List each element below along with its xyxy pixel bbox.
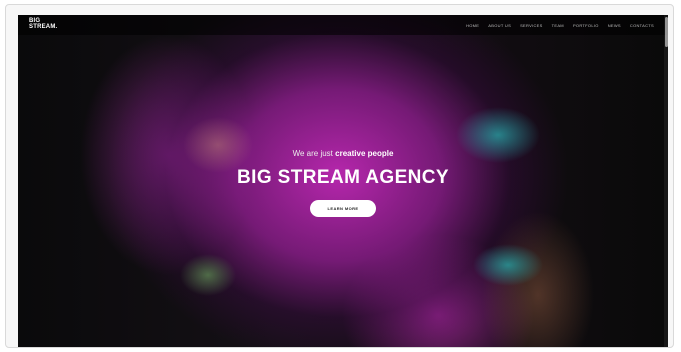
tagline-prefix: We are just xyxy=(292,149,336,158)
site-logo[interactable]: BIG STREAM. xyxy=(29,18,57,30)
nav-item-team[interactable]: TEAM xyxy=(552,23,564,28)
logo-line-2: STREAM. xyxy=(29,24,58,30)
learn-more-button[interactable]: LEARN MORE xyxy=(310,200,376,217)
hero-tagline: We are just creative people xyxy=(18,149,668,159)
website-viewport: BIG STREAM. HOME ABOUT US SERVICES TEAM … xyxy=(18,15,668,347)
top-navbar: BIG STREAM. HOME ABOUT US SERVICES TEAM … xyxy=(18,15,668,35)
scrollbar-thumb[interactable] xyxy=(665,17,668,47)
hero-headline: BIG STREAM AGENCY xyxy=(237,167,449,188)
nav-item-about-us[interactable]: ABOUT US xyxy=(488,23,511,28)
tagline-emphasis: creative people xyxy=(335,149,394,158)
hero-content: We are just creative people BIG STREAM A… xyxy=(18,149,668,217)
nav-menu: HOME ABOUT US SERVICES TEAM PORTFOLIO NE… xyxy=(466,15,654,35)
screenshot-frame: BIG STREAM. HOME ABOUT US SERVICES TEAM … xyxy=(5,4,674,348)
nav-item-portfolio[interactable]: PORTFOLIO xyxy=(573,23,599,28)
page-scrollbar[interactable] xyxy=(664,15,668,347)
nav-item-services[interactable]: SERVICES xyxy=(520,23,543,28)
nav-item-contacts[interactable]: CONTACTS xyxy=(630,23,654,28)
nav-item-home[interactable]: HOME xyxy=(466,23,479,28)
nav-item-news[interactable]: NEWS xyxy=(608,23,621,28)
